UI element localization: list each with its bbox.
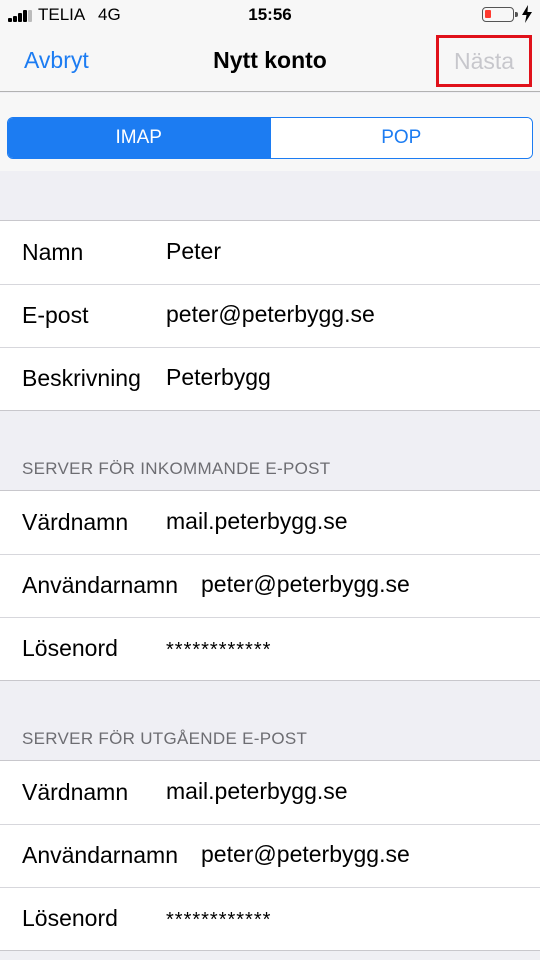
email-field[interactable]: peter@peterbygg.se (166, 301, 375, 328)
clock: 15:56 (248, 5, 292, 24)
outgoing-password-field[interactable]: ************ (166, 909, 271, 932)
outgoing-username-field[interactable]: peter@peterbygg.se (201, 841, 410, 868)
outgoing-username-label: Användarnamn (22, 842, 178, 868)
description-field[interactable]: Peterbygg (166, 364, 271, 391)
incoming-username-label: Användarnamn (22, 572, 178, 598)
name-field[interactable]: Peter (166, 238, 221, 265)
outgoing-username-row: Användarnamn peter@peterbygg.se (0, 824, 540, 887)
segment-imap[interactable]: IMAP (8, 118, 270, 158)
name-row: Namn Peter (0, 221, 540, 284)
incoming-password-row: Lösenord ************ (0, 617, 540, 680)
outgoing-server-group: Värdnamn mail.peterbygg.se Användarnamn … (0, 760, 540, 951)
incoming-username-field[interactable]: peter@peterbygg.se (201, 571, 410, 598)
outgoing-host-row: Värdnamn mail.peterbygg.se (0, 761, 540, 824)
incoming-host-field[interactable]: mail.peterbygg.se (166, 508, 348, 535)
description-label: Beskrivning (22, 365, 141, 391)
email-row: E-post peter@peterbygg.se (0, 284, 540, 347)
incoming-server-header: SERVER FÖR INKOMMANDE E-POST (22, 459, 331, 478)
email-label: E-post (22, 302, 89, 328)
outgoing-server-header: SERVER FÖR UTGÅENDE E-POST (22, 729, 308, 748)
outgoing-host-label: Värdnamn (22, 779, 129, 805)
incoming-server-group: Värdnamn mail.peterbygg.se Användarnamn … (0, 490, 540, 681)
navigation-bar: Avbryt Nytt konto Nästa (0, 30, 540, 92)
incoming-username-row: Användarnamn peter@peterbygg.se (0, 554, 540, 617)
incoming-password-label: Lösenord (22, 635, 118, 661)
incoming-host-row: Värdnamn mail.peterbygg.se (0, 491, 540, 554)
status-bar: TELIA 4G 15:56 (0, 0, 540, 30)
description-row: Beskrivning Peterbygg (0, 347, 540, 410)
charging-bolt-icon (522, 5, 532, 23)
battery-icon (482, 7, 518, 22)
incoming-host-label: Värdnamn (22, 509, 129, 535)
account-type-area: IMAP POP (0, 93, 540, 171)
name-label: Namn (22, 239, 84, 265)
outgoing-password-row: Lösenord ************ (0, 887, 540, 950)
account-type-segmented-control: IMAP POP (7, 117, 533, 159)
incoming-password-field[interactable]: ************ (166, 639, 271, 662)
segment-pop[interactable]: POP (269, 118, 532, 158)
next-button[interactable]: Nästa (436, 35, 532, 87)
account-info-group: Namn Peter E-post peter@peterbygg.se Bes… (0, 220, 540, 411)
outgoing-password-label: Lösenord (22, 905, 118, 931)
outgoing-host-field[interactable]: mail.peterbygg.se (166, 778, 348, 805)
